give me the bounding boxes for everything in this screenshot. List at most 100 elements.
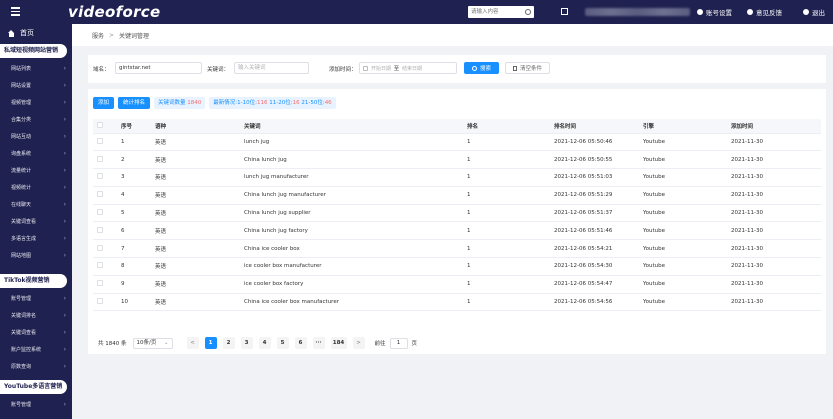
row-select-cell[interactable] <box>93 221 117 241</box>
col-rank-time: 排名时间 <box>550 119 639 134</box>
search-icon[interactable] <box>525 9 531 15</box>
table-row[interactable]: 6 英语 China lunch jug factory 1 2021-12-06 05… <box>93 221 821 241</box>
row-checkbox[interactable] <box>97 226 103 233</box>
sidebar-item[interactable]: 关键词排名 › <box>0 310 72 322</box>
breadcrumb: 服务 > 关键词管理 <box>72 24 833 46</box>
cell-added-date: 2021-11-30 <box>727 239 821 259</box>
page-button[interactable]: 3 <box>240 337 253 349</box>
row-checkbox[interactable] <box>97 209 103 216</box>
table-row[interactable]: 4 英语 China lunch jug manufacturer 1 2021-12-… <box>93 186 821 205</box>
keyword-input[interactable]: 输入关键词 <box>234 62 309 74</box>
sidebar-group-youtube[interactable]: YouTube多语言营销 <box>0 380 67 394</box>
table-row[interactable]: 7 英语 China ice cooler box 1 2021-12-06 05:54… <box>93 239 821 259</box>
sidebar-item[interactable]: 网站互动 › <box>0 131 72 143</box>
logout-link[interactable]: 退出 <box>803 7 825 17</box>
sidebar-item[interactable]: 多语言生成 › <box>0 233 72 245</box>
row-checkbox[interactable] <box>97 137 103 144</box>
row-select-cell[interactable] <box>93 204 117 223</box>
cell-rank: 1 <box>463 293 550 312</box>
feedback-link[interactable]: 意见反馈 <box>747 7 782 17</box>
page-button[interactable]: 5 <box>276 337 289 349</box>
next-page-button[interactable]: > <box>352 337 365 349</box>
clear-filters-button[interactable]: 清空条件 <box>505 62 550 74</box>
table-row[interactable]: 5 英语 China lunch jug supplier 1 2021-12-06 0… <box>93 204 821 223</box>
sidebar-home[interactable]: 首页 <box>8 28 34 38</box>
row-select-cell[interactable] <box>93 133 117 152</box>
add-button[interactable]: 添加 <box>93 97 115 109</box>
search-button[interactable]: 搜索 <box>464 62 499 74</box>
sidebar-item[interactable]: 视频管理 › <box>0 97 72 109</box>
menu-toggle-icon[interactable] <box>11 7 20 16</box>
date-range-picker[interactable]: 开始日期 至 结束日期 <box>359 62 457 74</box>
table-row[interactable]: 3 英语 lunch jug manufacturer 1 2021-12-06 05:… <box>93 168 821 187</box>
row-checkbox[interactable] <box>97 244 103 251</box>
goto-page-input[interactable]: 1 <box>389 337 408 349</box>
cell-rank: 1 <box>463 275 550 294</box>
row-select-cell[interactable] <box>93 168 117 187</box>
row-select-cell[interactable] <box>93 293 117 312</box>
rank-stats-button[interactable]: 统计排名 <box>118 97 151 109</box>
sidebar-item[interactable]: 合集分类 › <box>0 114 72 126</box>
table-row[interactable]: 2 英语 China lunch jug 1 2021-12-06 05:50:55 Yo… <box>93 150 821 170</box>
sidebar-item[interactable]: 关键词查看 › <box>0 216 72 228</box>
account-settings-link[interactable]: 账号设置 <box>697 7 732 17</box>
sidebar-item[interactable]: 原数查询 › <box>0 361 72 373</box>
page-button[interactable]: 2 <box>222 337 235 349</box>
sidebar-item[interactable]: 网站地图 › <box>0 250 72 262</box>
sidebar-group-tiktok[interactable]: TikTok视频营销 <box>0 274 67 288</box>
row-checkbox[interactable] <box>97 262 103 269</box>
goto-label: 前往 <box>374 341 386 347</box>
row-checkbox[interactable] <box>97 191 103 198</box>
row-checkbox[interactable] <box>97 155 103 162</box>
sidebar-item[interactable]: 账号管理 › <box>0 399 72 411</box>
cell-language: 英语 <box>151 221 240 241</box>
sidebar-item[interactable]: 视频统计 › <box>0 182 72 194</box>
table-row[interactable]: 8 英语 ice cooler box manufacturer 1 2021-12-0… <box>93 257 821 276</box>
cell-language: 英语 <box>151 186 240 205</box>
row-checkbox[interactable] <box>97 298 103 305</box>
more-pages-button[interactable]: ··· <box>312 337 325 349</box>
prev-page-button[interactable]: < <box>186 337 199 349</box>
breadcrumb-root[interactable]: 服务 <box>92 31 104 40</box>
col-added-date: 添加时间 <box>727 119 821 134</box>
scrollbar[interactable] <box>826 46 833 419</box>
top-search-box[interactable] <box>468 6 534 18</box>
row-checkbox[interactable] <box>97 173 103 180</box>
row-checkbox[interactable] <box>97 280 103 287</box>
date-start[interactable]: 开始日期 <box>371 65 391 72</box>
page-button[interactable]: 184 <box>330 337 347 349</box>
row-select-cell[interactable] <box>93 239 117 259</box>
select-all-checkbox[interactable] <box>97 121 103 128</box>
page-button[interactable]: 1 <box>204 337 217 349</box>
sidebar-item[interactable]: 账号管理 › <box>0 293 72 305</box>
cell-rank: 1 <box>463 204 550 223</box>
keyword-table-panel: 添加 统计排名 关键词数量 1840 最新情况:1-10位:116 11-20位… <box>88 89 826 354</box>
sidebar-item[interactable]: 网站列表 › <box>0 63 72 75</box>
row-select-cell[interactable] <box>93 257 117 276</box>
page-button[interactable]: 6 <box>294 337 307 349</box>
sidebar-item[interactable]: 网站设置 › <box>0 80 72 92</box>
domain-input[interactable]: gintstar.net <box>115 62 202 74</box>
home-icon <box>8 29 15 37</box>
select-all-cell[interactable] <box>93 119 117 134</box>
table-row[interactable]: 10 英语 China ice cooler box manufacturer 1 20… <box>93 293 821 312</box>
gear-icon <box>697 9 703 15</box>
sidebar-group-private-video[interactable]: 私域短视频网站营销 <box>0 44 67 58</box>
cell-rank-time: 2021-12-06 05:50:46 <box>550 133 639 152</box>
page-button[interactable]: 4 <box>258 337 271 349</box>
table-row[interactable]: 1 英语 lunch jug 1 2021-12-06 05:50:46 Youtube 2… <box>93 133 821 152</box>
sidebar-item[interactable]: 流量统计 › <box>0 165 72 177</box>
sidebar-item[interactable]: 账户监控系统 › <box>0 344 72 356</box>
sidebar-item[interactable]: 关键词查看 › <box>0 327 72 339</box>
cell-keyword: ice cooler box factory <box>240 275 463 294</box>
page-size-select[interactable]: 10条/页 ⌄ <box>132 337 173 349</box>
sidebar-item[interactable]: 询盘系统 › <box>0 148 72 160</box>
table-row[interactable]: 9 英语 ice cooler box factory 1 2021-12-06 05:… <box>93 275 821 294</box>
top-search-input[interactable] <box>468 6 524 18</box>
row-select-cell[interactable] <box>93 150 117 170</box>
row-select-cell[interactable] <box>93 275 117 294</box>
date-end[interactable]: 结束日期 <box>402 65 422 72</box>
sidebar-item[interactable]: 在线聊天 › <box>0 199 72 211</box>
row-select-cell[interactable] <box>93 186 117 205</box>
fullscreen-icon[interactable] <box>561 8 568 15</box>
